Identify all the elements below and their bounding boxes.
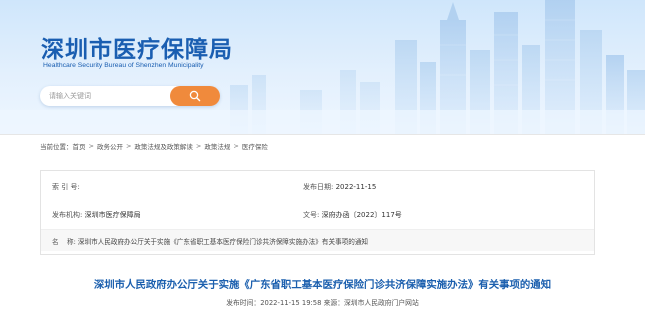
document-number-value: 深府办函〔2022〕117号 — [321, 211, 402, 219]
site-title: 深圳市医疗保障局 — [41, 37, 233, 63]
document-name-label: 名 称: — [52, 238, 76, 246]
search-button[interactable] — [170, 86, 220, 106]
info-row-name: 名 称: 深圳市人民政府办公厅关于实施《广东省职工基本医疗保险门诊共济保障实施办… — [41, 229, 594, 251]
search-box — [40, 86, 220, 106]
breadcrumb-separator: > — [195, 142, 202, 150]
document-name-value: 深圳市人民政府办公厅关于实施《广东省职工基本医疗保险门诊共济保障实施办法》有关事… — [77, 238, 369, 246]
document-info-table: 索 引 号: 发布日期: 2022-11-15 发布机构: 深圳市医疗保障局 文… — [40, 170, 595, 255]
document-number: 文号: 深府办函〔2022〕117号 — [303, 210, 402, 220]
index-number-label: 索 引 号: — [52, 183, 80, 191]
publisher: 发布机构: 深圳市医疗保障局 — [52, 210, 141, 220]
publish-date-value: 2022-11-15 — [335, 183, 377, 191]
header-divider — [0, 134, 645, 135]
breadcrumb-item-home[interactable]: 首页 — [73, 141, 86, 151]
breadcrumb-prefix: 当前位置： — [40, 143, 73, 151]
breadcrumb-item-policy-regulations[interactable]: 政策法规 — [204, 141, 230, 151]
search-input[interactable] — [40, 86, 180, 106]
publisher-value: 深圳市医疗保障局 — [84, 211, 141, 219]
breadcrumb-item-gov-affairs[interactable]: 政务公开 — [97, 141, 123, 151]
info-row: 发布机构: 深圳市医疗保障局 文号: 深府办函〔2022〕117号 — [41, 205, 594, 227]
breadcrumb-separator: > — [233, 142, 239, 150]
article-meta: 发布时间：2022-11-15 19:58 来源：深圳市人民政府门户网站 — [226, 299, 419, 307]
document-name: 名 称: 深圳市人民政府办公厅关于实施《广东省职工基本医疗保险门诊共济保障实施办… — [52, 236, 368, 246]
index-number: 索 引 号: — [52, 182, 80, 192]
article-title: 深圳市人民政府办公厅关于实施《广东省职工基本医疗保险门诊共济保障实施办法》有关事… — [93, 279, 552, 291]
site-subtitle: Healthcare Security Bureau of Shenzhen M… — [43, 62, 204, 69]
breadcrumb-separator: > — [125, 142, 132, 150]
breadcrumb-item-medical-insurance[interactable]: 医疗保险 — [242, 141, 268, 151]
publish-date: 发布日期: 2022-11-15 — [303, 182, 376, 192]
header-banner: 深圳市医疗保障局 Healthcare Security Bureau of S… — [0, 0, 645, 134]
document-number-label: 文号: — [303, 211, 320, 219]
breadcrumb-separator: > — [88, 142, 94, 150]
search-icon — [189, 90, 201, 102]
breadcrumb-item-policy-interpretation[interactable]: 政策法规及政策解读 — [134, 141, 193, 151]
info-row: 索 引 号: 发布日期: 2022-11-15 — [41, 177, 594, 199]
publish-date-label: 发布日期: — [303, 183, 334, 191]
breadcrumb: 当前位置： 首页 > 政务公开 > 政策法规及政策解读 > 政策法规 > 医疗保… — [40, 140, 268, 152]
publisher-label: 发布机构: — [52, 211, 83, 219]
